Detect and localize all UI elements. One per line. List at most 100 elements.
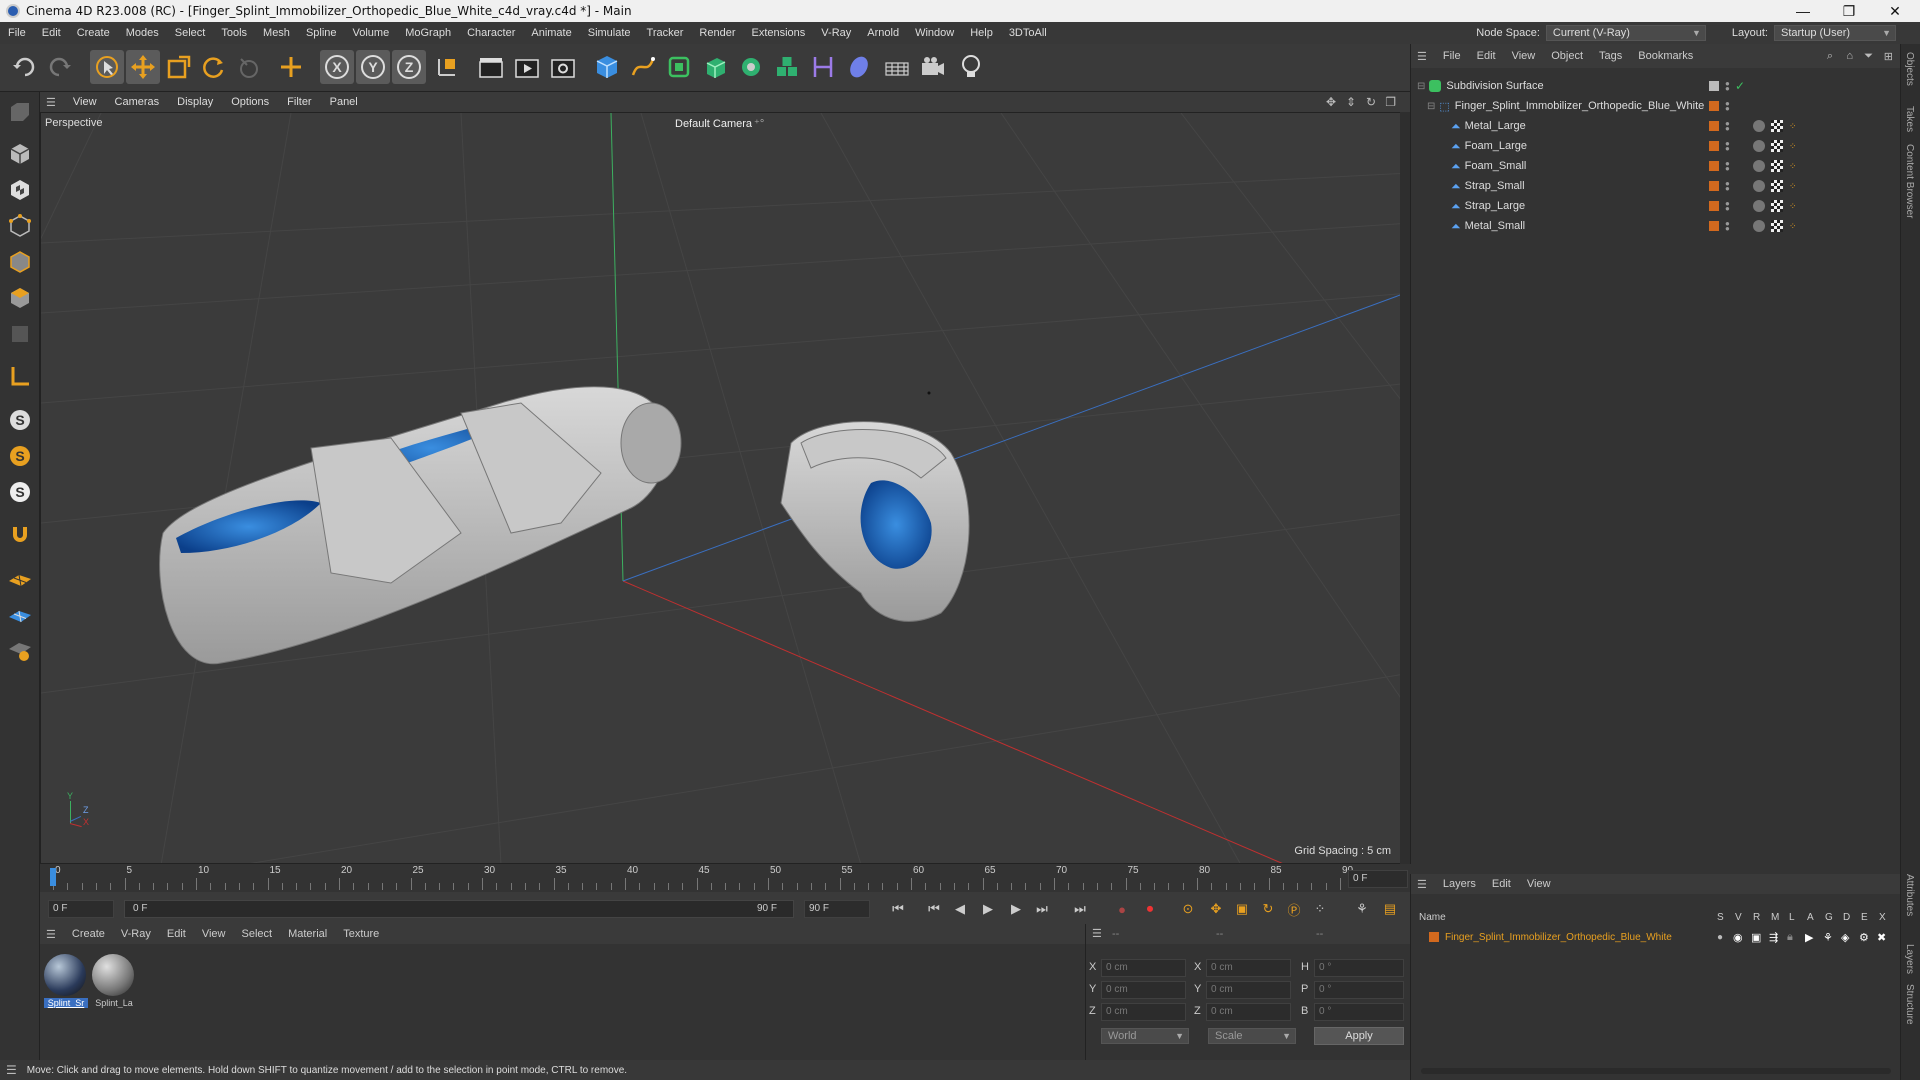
hamburger-icon[interactable]: ☰ [40,96,64,109]
layer-color-swatch[interactable] [1429,932,1439,942]
menu-volume[interactable]: Volume [345,27,398,39]
mat-menu-create[interactable]: Create [64,928,113,940]
pen-spline-button[interactable] [626,50,660,84]
minimize-button[interactable]: — [1780,0,1826,22]
object-row[interactable]: ⏶ Foam_Small ● ● ⁘ [1411,156,1901,176]
maximize-button[interactable]: ❐ [1826,0,1872,22]
expression-icon[interactable]: ⚙ [1859,931,1869,944]
menu-tools[interactable]: Tools [213,27,255,39]
grid-floor-button[interactable] [4,562,36,594]
object-row[interactable]: ⊟ ⬚ Finger_Splint_Immobilizer_Orthopedic… [1411,96,1901,116]
tab-attributes[interactable]: Attributes [1904,874,1915,916]
flag-generators[interactable]: G [1825,912,1833,923]
uv-tag-icon[interactable] [1771,140,1783,152]
flag-render[interactable]: R [1753,912,1760,923]
edges-mode-button[interactable] [4,246,36,278]
render-settings-button[interactable] [546,50,580,84]
light-button[interactable] [954,50,988,84]
y-axis-lock[interactable]: Y [356,50,390,84]
subdivision-surface-button[interactable] [662,50,696,84]
material-swatch[interactable]: Splint_La [92,954,136,1012]
visibility-dots[interactable]: ● ● [1725,200,1730,213]
next-frame-button[interactable]: ▶ [1006,899,1026,919]
position-z-field[interactable]: 0 cm [1101,1003,1186,1021]
node-space-dropdown[interactable]: Current (V-Ray) ▼ [1545,25,1706,41]
end-frame-field[interactable]: 90 F [804,900,870,918]
menu-spline[interactable]: Spline [298,27,345,39]
3d-viewport[interactable]: Perspective Default Camera ⁺° Y Z X Grid… [40,112,1410,864]
visibility-dots[interactable]: ● ● [1725,220,1730,233]
floor-button[interactable] [880,50,914,84]
layer-menu-view[interactable]: View [1519,878,1559,890]
menu-select[interactable]: Select [167,27,214,39]
flag-expressions[interactable]: E [1861,912,1868,923]
key-param-button[interactable]: Ⓟ [1284,899,1304,919]
visibility-dots[interactable]: ● ● [1725,180,1730,193]
new-window-icon[interactable]: ⊞ [1884,50,1893,63]
mat-menu-edit[interactable]: Edit [159,928,194,940]
workplane-button[interactable] [4,360,36,392]
menu-vray[interactable]: V-Ray [813,27,859,39]
object-row[interactable]: ⏶ Metal_Large ● ● ⁘ [1411,116,1901,136]
coordinate-system-button[interactable] [430,50,464,84]
lock-icon[interactable]: 🔒︎ [1787,931,1793,944]
menu-mograph[interactable]: MoGraph [397,27,459,39]
mat-menu-texture[interactable]: Texture [335,928,387,940]
visibility-dots[interactable]: ● ● [1725,160,1730,173]
field-button[interactable] [842,50,876,84]
keyframe-selection-button[interactable]: ⊙ [1178,899,1198,919]
rotation-h-field[interactable]: 0 ° [1314,959,1404,977]
mat-menu-view[interactable]: View [194,928,234,940]
lock-workplane-button[interactable] [4,634,36,666]
solo-button[interactable]: S [4,404,36,436]
key-rotation-button[interactable]: ↻ [1258,899,1278,919]
viewport-menu-view[interactable]: View [64,96,106,108]
layout-dropdown[interactable]: Startup (User) ▼ [1774,25,1896,41]
recent-tool[interactable] [232,50,266,84]
scale-tool[interactable] [162,50,196,84]
material-tag-icon[interactable] [1753,180,1765,192]
timeline-layout-button[interactable]: ▤ [1380,899,1400,919]
position-x-field[interactable]: 0 cm [1101,959,1186,977]
solo-off-button[interactable]: S [4,476,36,508]
z-axis-lock[interactable]: Z [392,50,426,84]
menu-file[interactable]: File [0,27,34,39]
menu-arnold[interactable]: Arnold [859,27,907,39]
hamburger-icon[interactable]: ☰ [1411,50,1435,63]
menu-3dtoall[interactable]: 3DToAll [1001,27,1055,39]
menu-help[interactable]: Help [962,27,1001,39]
layer-color-swatch[interactable] [1709,121,1719,131]
size-y-field[interactable]: 0 cm [1206,981,1291,999]
size-z-field[interactable]: 0 cm [1206,1003,1291,1021]
object-row[interactable]: ⊟ Subdivision Surface ● ● ✓ [1411,76,1901,96]
object-row[interactable]: ⏶ Strap_Small ● ● ⁘ [1411,176,1901,196]
go-to-start-button[interactable]: ⏮ [888,899,908,919]
previous-key-button[interactable]: ⏮ [924,899,944,919]
xref-icon[interactable]: ✖ [1877,931,1886,944]
snap-button[interactable] [4,518,36,550]
layer-toggle[interactable] [1709,81,1719,91]
flag-manager[interactable]: M [1771,912,1779,923]
flag-deformers[interactable]: D [1843,912,1850,923]
cloner-button[interactable] [734,50,768,84]
pan-view-icon[interactable]: ✥ [1326,95,1336,109]
next-key-button[interactable]: ⏭ [1032,899,1052,919]
viewport-scrollbar[interactable] [1400,112,1410,864]
current-frame-field[interactable]: 0 F [1348,870,1408,888]
material-tag-icon[interactable] [1753,220,1765,232]
layer-menu-layers[interactable]: Layers [1435,878,1484,890]
obj-menu-file[interactable]: File [1435,50,1469,62]
collapse-icon[interactable]: ⊟ [1427,101,1435,112]
flag-solo[interactable]: S [1717,912,1724,923]
search-icon[interactable]: ⌕ [1827,50,1833,63]
coordinate-space-dropdown[interactable]: World ▼ [1101,1028,1189,1044]
viewport-menu-cameras[interactable]: Cameras [106,96,169,108]
object-row[interactable]: ⏶ Foam_Large ● ● ⁘ [1411,136,1901,156]
menu-create[interactable]: Create [69,27,118,39]
tab-objects[interactable]: Objects [1904,52,1915,86]
menu-extensions[interactable]: Extensions [743,27,813,39]
model-mode-button[interactable] [4,138,36,170]
material-tag-icon[interactable] [1753,200,1765,212]
flag-animation[interactable]: A [1807,912,1814,923]
x-axis-lock[interactable]: X [320,50,354,84]
